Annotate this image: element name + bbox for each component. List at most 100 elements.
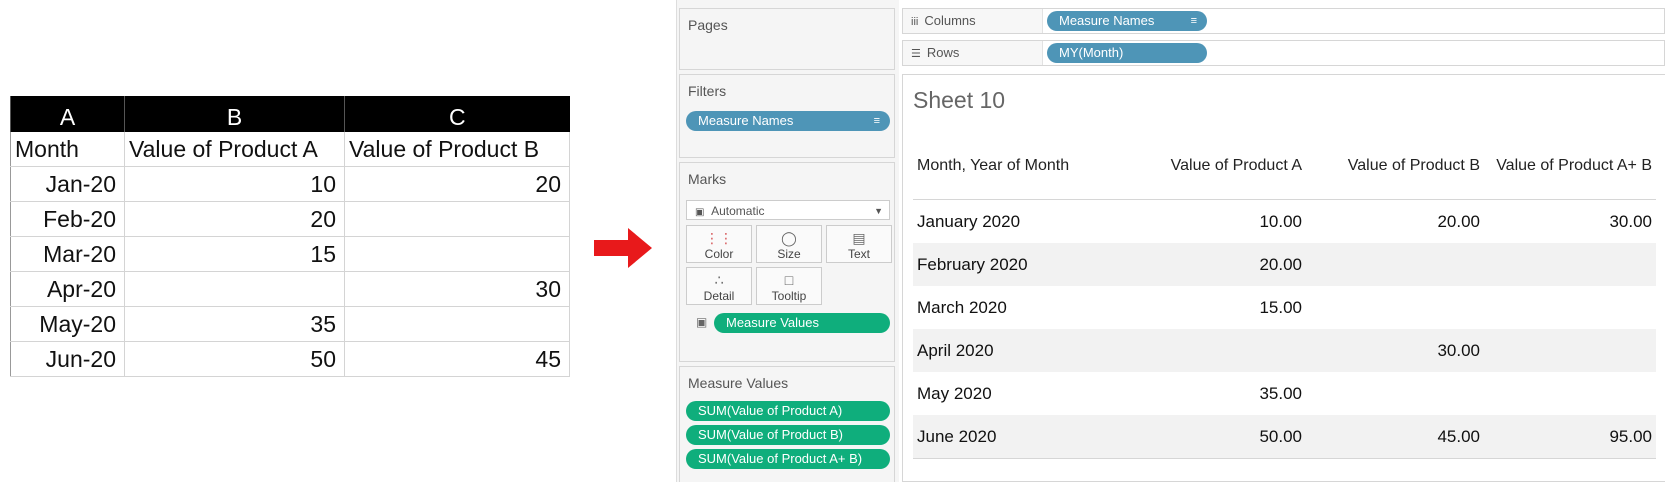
excel-cell[interactable]: Value of Product A: [124, 132, 345, 167]
value-cell[interactable]: [1484, 372, 1656, 415]
measure-values-card: Measure Values SUM(Value of Product A) S…: [679, 366, 895, 482]
excel-cell[interactable]: [344, 236, 570, 272]
value-cell[interactable]: [1306, 372, 1484, 415]
measure-pill[interactable]: SUM(Value of Product B): [686, 425, 890, 445]
value-cell[interactable]: 20.00: [1131, 243, 1306, 286]
rows-icon: ☰: [911, 48, 921, 60]
excel-cell[interactable]: 15: [124, 236, 345, 272]
excel-cell[interactable]: 10: [124, 166, 345, 202]
rows-pill[interactable]: MY(Month): [1047, 43, 1207, 63]
crosstab: Month, Year of Month Value of Product A …: [913, 133, 1656, 459]
crosstab-row: May 2020 35.00: [913, 372, 1656, 415]
size-button[interactable]: ◯ Size: [756, 225, 822, 263]
rows-shelf-label: ☰ Rows: [903, 41, 1043, 65]
measure-pill[interactable]: SUM(Value of Product A): [686, 401, 890, 421]
excel-cell[interactable]: [124, 271, 345, 307]
detail-button[interactable]: ∴ Detail: [686, 267, 752, 305]
color-button[interactable]: ⋮⋮ Color: [686, 225, 752, 263]
value-cell[interactable]: [1484, 286, 1656, 329]
value-cell[interactable]: 10.00: [1131, 200, 1306, 244]
value-cell[interactable]: 30.00: [1306, 329, 1484, 372]
sheet-title[interactable]: Sheet 10: [913, 87, 1005, 114]
value-cell[interactable]: 35.00: [1131, 372, 1306, 415]
excel-row: Apr-20 30: [10, 271, 570, 307]
excel-cell[interactable]: [344, 306, 570, 342]
excel-cell[interactable]: Feb-20: [10, 201, 125, 237]
mark-type-dropdown[interactable]: ▣ Automatic ▼: [686, 200, 890, 220]
text-button[interactable]: ▤ Text: [826, 225, 892, 263]
row-label[interactable]: March 2020: [913, 286, 1131, 329]
crosstab-header-row: Month, Year of Month Value of Product A …: [913, 133, 1656, 200]
excel-cell[interactable]: 20: [344, 166, 570, 202]
excel-cell[interactable]: 20: [124, 201, 345, 237]
value-cell[interactable]: 95.00: [1484, 415, 1656, 459]
row-label[interactable]: January 2020: [913, 200, 1131, 244]
excel-col-header[interactable]: A: [10, 96, 125, 132]
excel-cell[interactable]: 45: [344, 341, 570, 377]
measure-values-card-title: Measure Values: [688, 375, 789, 391]
row-label[interactable]: February 2020: [913, 243, 1131, 286]
crosstab-row: June 2020 50.00 45.00 95.00: [913, 415, 1656, 459]
row-label[interactable]: June 2020: [913, 415, 1131, 459]
crosstab-row: February 2020 20.00: [913, 243, 1656, 286]
color-icon: ⋮⋮: [705, 230, 733, 246]
rows-label-text: Rows: [926, 45, 960, 60]
value-cell[interactable]: 30.00: [1484, 200, 1656, 244]
excel-cell[interactable]: Apr-20: [10, 271, 125, 307]
excel-cell[interactable]: Value of Product B: [344, 132, 570, 167]
columns-pill[interactable]: Measure Names ≡: [1047, 11, 1207, 31]
excel-col-header[interactable]: B: [124, 96, 345, 132]
crosstab-row: January 2020 10.00 20.00 30.00: [913, 200, 1656, 244]
filter-pill[interactable]: Measure Names ≡: [686, 111, 890, 131]
marks-card: Marks ▣ Automatic ▼ ⋮⋮ Color ◯ Size ▤ Te…: [679, 162, 895, 362]
crosstab-header[interactable]: Value of Product B: [1306, 133, 1484, 200]
excel-cell[interactable]: [344, 201, 570, 237]
excel-cell[interactable]: 30: [344, 271, 570, 307]
crosstab-header[interactable]: Value of Product A+ B: [1484, 133, 1656, 200]
value-cell[interactable]: [1484, 329, 1656, 372]
detail-button-label: Detail: [703, 289, 735, 303]
row-label[interactable]: May 2020: [913, 372, 1131, 415]
value-cell[interactable]: 20.00: [1306, 200, 1484, 244]
excel-row: Mar-20 15: [10, 236, 570, 272]
crosstab-row: April 2020 30.00: [913, 329, 1656, 372]
sort-icon: ≡: [1190, 15, 1197, 27]
value-cell[interactable]: 50.00: [1131, 415, 1306, 459]
measure-pill[interactable]: SUM(Value of Product A+ B): [686, 449, 890, 469]
value-cell[interactable]: [1306, 286, 1484, 329]
excel-cell[interactable]: Jan-20: [10, 166, 125, 202]
row-label[interactable]: April 2020: [913, 329, 1131, 372]
columns-shelf[interactable]: iii Columns Measure Names ≡: [902, 8, 1665, 34]
text-icon: ▤: [852, 230, 866, 246]
measure-pill-label: SUM(Value of Product B): [698, 427, 843, 442]
value-cell[interactable]: 15.00: [1131, 286, 1306, 329]
value-cell[interactable]: [1306, 243, 1484, 286]
excel-cell[interactable]: 50: [124, 341, 345, 377]
measure-pill-label: SUM(Value of Product A+ B): [698, 451, 863, 466]
excel-cell[interactable]: 35: [124, 306, 345, 342]
value-cell[interactable]: 45.00: [1306, 415, 1484, 459]
rows-pill-label: MY(Month): [1059, 45, 1124, 60]
measure-pill-label: SUM(Value of Product A): [698, 403, 843, 418]
tableau-side-pane: Pages Filters Measure Names ≡ Marks ▣ Au…: [676, 0, 899, 482]
marks-measure-values-pill[interactable]: Measure Values: [714, 313, 890, 333]
excel-column-header-row: A B C: [10, 96, 570, 132]
crosstab-header[interactable]: Value of Product A: [1131, 133, 1306, 200]
rows-shelf[interactable]: ☰ Rows MY(Month): [902, 40, 1665, 66]
value-cell[interactable]: [1484, 243, 1656, 286]
excel-col-header[interactable]: C: [344, 96, 570, 132]
excel-cell[interactable]: Month: [10, 132, 125, 167]
excel-cell[interactable]: Mar-20: [10, 236, 125, 272]
value-cell[interactable]: [1131, 329, 1306, 372]
crosstab-header[interactable]: Month, Year of Month: [913, 133, 1131, 200]
filters-card[interactable]: Filters Measure Names ≡: [679, 74, 895, 158]
excel-cell[interactable]: Jun-20: [10, 341, 125, 377]
mark-type-value: Automatic: [711, 204, 765, 218]
tooltip-button[interactable]: □ Tooltip: [756, 267, 822, 305]
pages-card[interactable]: Pages: [679, 8, 895, 70]
excel-row: Month Value of Product A Value of Produc…: [10, 132, 570, 167]
pages-card-title: Pages: [688, 17, 728, 33]
excel-row: Feb-20 20: [10, 201, 570, 237]
chevron-down-icon: ▼: [874, 206, 883, 216]
excel-cell[interactable]: May-20: [10, 306, 125, 342]
